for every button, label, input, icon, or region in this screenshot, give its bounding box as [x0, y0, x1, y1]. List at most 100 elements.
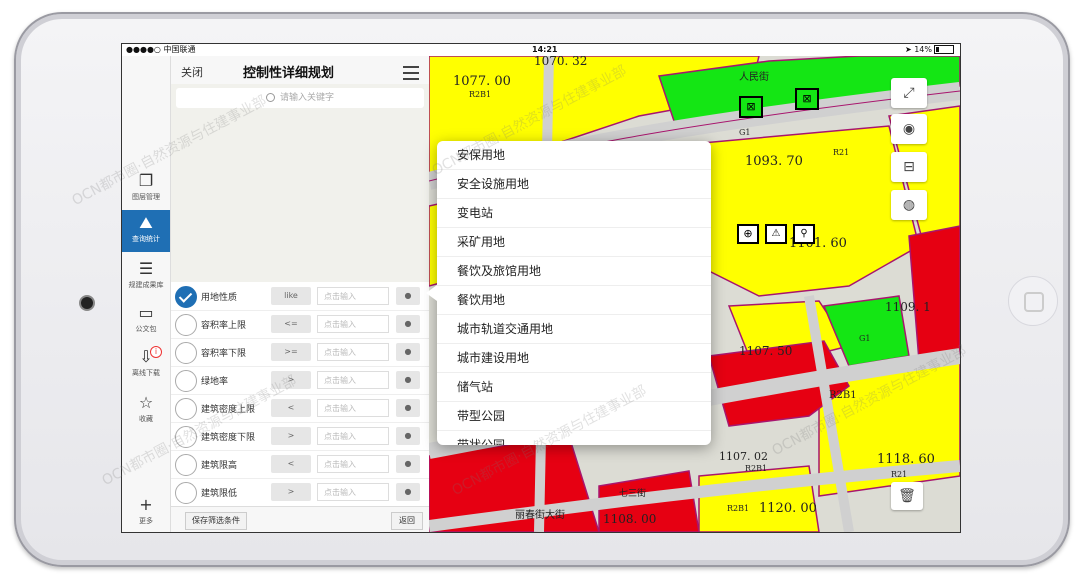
map-label: 1118. 60	[877, 452, 935, 467]
checkbox[interactable]	[175, 454, 197, 476]
facility-symbol-icon: ⊠	[795, 88, 819, 110]
rail-item-archive[interactable]: ☰ 规建成果库	[122, 256, 170, 298]
folder-icon: ▭	[138, 303, 154, 322]
operator-button[interactable]: like	[271, 287, 311, 305]
option-button[interactable]: ●	[396, 427, 420, 445]
option-button[interactable]: ●	[396, 343, 420, 361]
dropdown-option[interactable]: 安保用地	[437, 141, 711, 170]
back-button[interactable]: 返回	[391, 512, 423, 530]
value-input[interactable]: 点击输入	[317, 399, 389, 417]
value-input[interactable]: 点击输入	[317, 315, 389, 333]
medical-symbol-icon: ⊕	[737, 224, 759, 244]
filter-field-label: 容积率下限	[201, 349, 247, 359]
checkbox[interactable]	[175, 286, 197, 308]
popover-arrow	[426, 285, 437, 301]
road-label: 丽春街大街	[515, 510, 565, 521]
dropdown-option[interactable]: 变电站	[437, 199, 711, 228]
dropdown-option[interactable]: 储气站	[437, 373, 711, 402]
checkbox[interactable]	[175, 370, 197, 392]
panel-header: 关闭 控制性详细规划	[171, 56, 429, 84]
notification-badge: i	[150, 346, 162, 358]
checkbox[interactable]	[175, 482, 197, 504]
operator-button[interactable]: <	[271, 399, 311, 417]
option-button[interactable]: ●	[396, 483, 420, 501]
battery-icon	[934, 45, 954, 54]
rail-item-label: 规建成果库	[128, 281, 164, 289]
value-input[interactable]: 点击输入	[317, 343, 389, 361]
layers-icon: ❐	[138, 171, 154, 190]
map-label: R21	[833, 148, 850, 157]
option-button[interactable]: ●	[396, 371, 420, 389]
trash-icon[interactable]: 🗑	[891, 482, 923, 510]
filter-field-label: 绿地率	[201, 377, 229, 387]
value-input[interactable]: 点击输入	[317, 455, 389, 473]
option-button[interactable]: ●	[396, 315, 420, 333]
star-icon: ☆	[138, 393, 154, 412]
rail-item-layers[interactable]: ❐ 图层管理	[122, 168, 170, 210]
search-placeholder: 请输入关键字	[279, 93, 334, 103]
locate-icon[interactable]: ◉	[891, 114, 927, 144]
rail-item-label: 公文包	[135, 325, 157, 333]
rail-item-label: 收藏	[139, 415, 153, 423]
rail-item-query-stats[interactable]: ⛰ 查询统计	[122, 210, 170, 252]
rail-item-folder[interactable]: ▭ 公文包	[122, 300, 170, 342]
map-label: R21	[891, 470, 908, 479]
dropdown-option[interactable]: 城市轨道交通用地	[437, 315, 711, 344]
archive-icon: ☰	[138, 259, 154, 278]
save-filter-button[interactable]: 保存筛选条件	[185, 512, 247, 530]
status-bar: ●●●●○ 中国联通 14:21 ➤ 14%	[122, 44, 960, 56]
rail-item-favorites[interactable]: ☆ 收藏	[122, 390, 170, 432]
road-label: 七三街	[619, 489, 647, 499]
query-panel: 关闭 控制性详细规划 请输入关键字 用地性质 like 点击输入 ● 容积率上限…	[171, 56, 429, 532]
home-icon	[1024, 292, 1044, 312]
map-label: 1107. 50	[739, 344, 793, 358]
dropdown-option[interactable]: 城市建设用地	[437, 344, 711, 373]
checkbox[interactable]	[175, 426, 197, 448]
map-label: R2B1	[469, 90, 492, 99]
checkbox[interactable]	[175, 314, 197, 336]
operator-button[interactable]: >	[271, 371, 311, 389]
operator-button[interactable]: >	[271, 427, 311, 445]
close-button[interactable]: 关闭	[181, 64, 203, 80]
query-stats-icon: ⛰	[139, 213, 153, 232]
battery-percent: 14%	[914, 45, 932, 54]
filter-row: 容积率下限 >= 点击输入 ●	[171, 338, 429, 367]
home-button[interactable]	[1008, 276, 1058, 326]
operator-button[interactable]: >	[271, 483, 311, 501]
option-button[interactable]: ●	[396, 455, 420, 473]
menu-icon[interactable]	[403, 66, 419, 80]
search-input[interactable]: 请输入关键字	[176, 88, 424, 108]
option-button[interactable]: ●	[396, 399, 420, 417]
dropdown-option[interactable]: 安全设施用地	[437, 170, 711, 199]
operator-button[interactable]: >=	[271, 343, 311, 361]
map-label: 1108. 00	[603, 512, 657, 526]
map-label: R2B1	[727, 504, 750, 513]
rail-item-label: 更多	[139, 517, 153, 525]
rail-item-more[interactable]: + 更多	[122, 492, 170, 532]
toolbox-icon[interactable]: ⊟	[891, 152, 927, 182]
dropdown-option[interactable]: 带型公园	[437, 402, 711, 431]
operator-button[interactable]: <=	[271, 315, 311, 333]
value-input[interactable]: 点击输入	[317, 483, 389, 501]
value-input[interactable]: 点击输入	[317, 287, 389, 305]
globe-icon[interactable]: ◍	[891, 190, 927, 220]
rail-item-download[interactable]: ⇩ i 离线下载	[122, 344, 170, 386]
dropdown-option[interactable]: 餐饮用地	[437, 286, 711, 315]
filter-row: 建筑密度上限 < 点击输入 ●	[171, 394, 429, 423]
dropdown-option[interactable]: 采矿用地	[437, 228, 711, 257]
land-use-dropdown: 安保用地 安全设施用地 变电站 采矿用地 餐饮及旅馆用地 餐饮用地 城市轨道交通…	[437, 141, 711, 445]
option-button[interactable]: ●	[396, 287, 420, 305]
checkbox[interactable]	[175, 342, 197, 364]
icon-rail: ❐ 图层管理 ⛰ 查询统计 ☰ 规建成果库 ▭ 公文包 ⇩ i 离线下载 ☆ 收…	[122, 56, 171, 532]
map-label: G1	[739, 128, 751, 137]
fullscreen-icon[interactable]: ⤢	[891, 78, 927, 108]
school-symbol-icon: ⚠	[765, 224, 787, 244]
value-input[interactable]: 点击输入	[317, 371, 389, 389]
map-label: 1109. 1	[885, 300, 931, 314]
dropdown-option[interactable]: 餐饮及旅馆用地	[437, 257, 711, 286]
dropdown-option[interactable]: 带状公园	[437, 431, 711, 445]
value-input[interactable]: 点击输入	[317, 427, 389, 445]
operator-button[interactable]: <	[271, 455, 311, 473]
checkbox[interactable]	[175, 398, 197, 420]
rail-item-label: 图层管理	[132, 193, 160, 201]
